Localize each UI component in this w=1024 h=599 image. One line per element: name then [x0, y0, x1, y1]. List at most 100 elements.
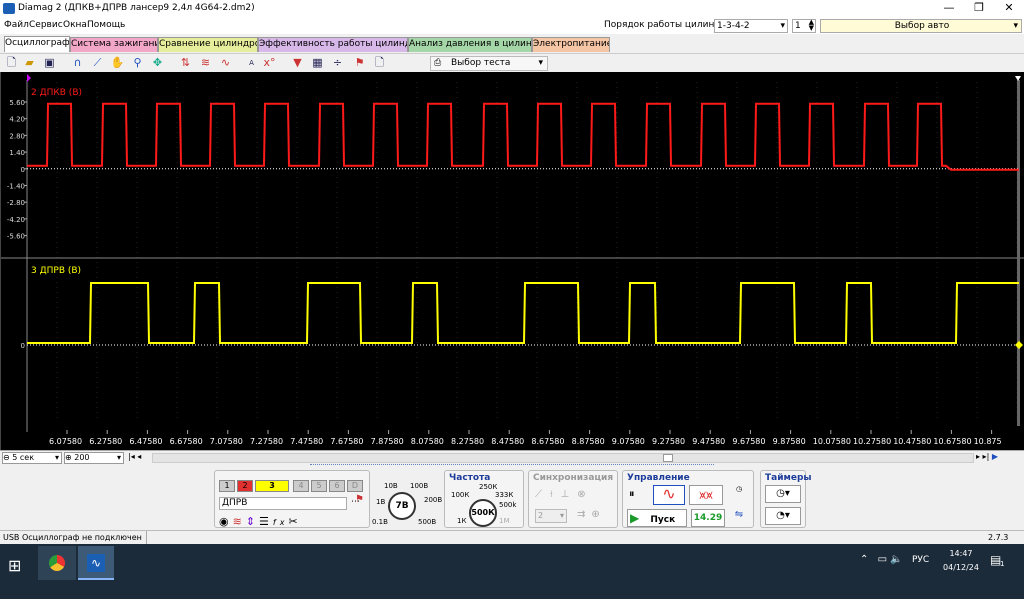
- diamag-icon: ∿: [87, 554, 105, 572]
- new-file-icon[interactable]: 🗋: [4, 56, 19, 71]
- auto-clock-icon[interactable]: ◷: [729, 485, 749, 505]
- y-tick-label: 2.80: [9, 132, 25, 140]
- channel-name-field[interactable]: ДПРВ: [219, 497, 347, 510]
- start-button[interactable]: ▶ Пуск: [627, 509, 687, 527]
- scope-canvas[interactable]: 5.60 4.20 2.80 1.40 0 -1.40 -2.80 -4.20 -5.60 0 6.…: [1, 72, 1024, 450]
- tab-cylinder-compare[interactable]: Сравнение цилиндров: [158, 37, 258, 52]
- hand-icon[interactable]: ✋: [110, 56, 125, 71]
- x-tick-label: 9.27580: [652, 437, 685, 446]
- minimize-button[interactable]: —: [934, 0, 964, 17]
- window-title: Diamag 2 (ДПКВ+ДПРВ лансер9 2,4л 4G64-2.…: [18, 3, 255, 13]
- scrollbar-track[interactable]: [152, 453, 974, 463]
- connection-status: USB Осциллограф не подключен: [3, 533, 142, 542]
- y-tick-label: 0: [21, 166, 25, 174]
- probe-icon[interactable]: ⚑: [355, 494, 364, 505]
- points-select[interactable]: ⊕ 200 ▾: [64, 452, 124, 464]
- open-folder-icon[interactable]: ▰: [22, 56, 37, 71]
- y-tick-label: -1.40: [7, 183, 25, 191]
- vehicle-select[interactable]: Выбор авто ▾: [820, 19, 1022, 33]
- chevron-up-icon[interactable]: ⌃: [860, 554, 871, 565]
- sync-edge-icons[interactable]: ⟋⟊⊥⊗: [535, 489, 594, 500]
- maximize-button[interactable]: ❐: [964, 0, 994, 17]
- cylinder-stepper[interactable]: 1 ▲ ▼: [792, 19, 816, 33]
- channel-button-5[interactable]: 5: [311, 480, 327, 492]
- volt-label-500: 500В: [418, 518, 437, 526]
- chevron-down-icon: ▾: [780, 21, 785, 31]
- frequency-dial[interactable]: 500К: [469, 499, 497, 527]
- marker-icon[interactable]: ⚑: [352, 56, 367, 71]
- save-icon[interactable]: ▣: [42, 56, 57, 71]
- channel-tools: ◉≋⇕☰fx✂: [219, 515, 302, 528]
- menu-file[interactable]: Файл: [4, 20, 29, 30]
- sync-channel-select[interactable]: 2 ▾: [535, 509, 567, 523]
- fx-icon[interactable]: fx: [273, 518, 289, 527]
- tab-bar: Осциллограф Система зажигания Сравнение …: [0, 36, 1024, 52]
- channel-button-4[interactable]: 4: [293, 480, 309, 492]
- channel-button-2[interactable]: 2: [237, 480, 253, 492]
- scroll-start-button[interactable]: |◂ ◂: [128, 452, 141, 461]
- auto-icon[interactable]: A: [244, 56, 259, 71]
- sine-mode-button[interactable]: ∿: [653, 485, 685, 505]
- y-tick-label: 0: [21, 342, 25, 350]
- grid-icon[interactable]: ▦: [310, 56, 325, 71]
- timebase-select[interactable]: ⊖ 5 сек ▾: [2, 452, 62, 464]
- updown-icon[interactable]: ⇕: [246, 515, 259, 528]
- measure-icon[interactable]: ÷: [330, 56, 345, 71]
- wave-split-icon[interactable]: ⇅: [178, 56, 193, 71]
- test-select[interactable]: ⎙ Выбор теста ▾: [430, 56, 548, 71]
- x0-icon[interactable]: x°: [262, 56, 277, 71]
- voltage-dial[interactable]: 7В: [388, 492, 416, 520]
- channel-button-1[interactable]: 1: [219, 480, 235, 492]
- tools-icon[interactable]: ✂: [288, 515, 301, 528]
- volt-label-100: 100В: [410, 482, 429, 490]
- x-tick-label: 10.47580: [893, 437, 931, 446]
- scrollbar-thumb[interactable]: [663, 454, 673, 462]
- close-button[interactable]: ✕: [994, 0, 1024, 17]
- eye-icon[interactable]: ◉: [219, 515, 233, 528]
- tab-pressure-analysis[interactable]: Анализ давления в цилиндре: [408, 37, 532, 52]
- scroll-end-button[interactable]: ▸ ▸| ▶: [976, 452, 998, 461]
- pause-icon[interactable]: ⏸: [629, 487, 649, 505]
- tab-cylinder-efficiency[interactable]: Эффективность работы цилиндров: [258, 37, 408, 52]
- firing-order-select[interactable]: 1-3-4-2 ▾: [714, 19, 788, 33]
- windows-start-icon[interactable]: ⊞: [8, 556, 28, 576]
- lines-icon[interactable]: ☰: [259, 515, 273, 528]
- menu-service[interactable]: Сервис: [29, 20, 63, 30]
- filter-icon[interactable]: ▼: [290, 56, 305, 71]
- menu-windows[interactable]: Окна: [63, 20, 87, 30]
- wave-icon[interactable]: ≋: [233, 515, 246, 528]
- tray-icons[interactable]: ⌃ ▭🔈: [860, 554, 905, 565]
- sync-arrows-icon[interactable]: ⇉⊕: [577, 509, 606, 520]
- cursor-icon[interactable]: ✥: [150, 56, 165, 71]
- zoom-icon[interactable]: ⚲: [130, 56, 145, 71]
- ramp-icon[interactable]: ⟋: [90, 56, 105, 71]
- plus-icon: ⊕: [65, 453, 72, 462]
- clock-time[interactable]: 14:47: [944, 549, 978, 558]
- menu-help[interactable]: Помощь: [87, 20, 125, 30]
- tab-oscilloscope[interactable]: Осциллограф: [4, 36, 70, 52]
- sine-icon[interactable]: ∩: [70, 56, 85, 71]
- tab-ignition[interactable]: Система зажигания: [70, 37, 158, 52]
- timer-clock-button[interactable]: ◷▾: [765, 485, 801, 503]
- auto-mode-icon[interactable]: ⇋: [729, 509, 749, 527]
- multi-wave-button[interactable]: ⩙⩙: [689, 485, 723, 505]
- battery-icon[interactable]: ▭: [878, 554, 890, 565]
- firing-order-value: 1-3-4-2: [717, 21, 750, 31]
- ab-icon[interactable]: ∿: [218, 56, 233, 71]
- diamag-taskbar-button[interactable]: ∿: [78, 546, 114, 580]
- channel-button-d[interactable]: D: [347, 480, 363, 492]
- channel-button-3[interactable]: 3: [255, 480, 289, 492]
- language-indicator[interactable]: РУС: [912, 555, 929, 565]
- clock-date[interactable]: 04/12/24: [940, 563, 982, 572]
- wave-multi-icon[interactable]: ≋: [198, 56, 213, 71]
- oscilloscope-view[interactable]: 5.60 4.20 2.80 1.40 0 -1.40 -2.80 -4.20 -5.60 0 6.…: [0, 72, 1024, 450]
- timer-stopwatch-button[interactable]: ◔▾: [765, 507, 801, 525]
- volume-icon[interactable]: 🔈: [890, 554, 905, 565]
- test-select-label: Выбор теста: [451, 58, 511, 68]
- panel-splitter[interactable]: [310, 464, 714, 468]
- tab-power[interactable]: Электропитание: [532, 37, 610, 52]
- chrome-taskbar-button[interactable]: [38, 546, 76, 580]
- cursor-marker-left: [27, 74, 31, 82]
- page-icon[interactable]: 🗋: [372, 56, 387, 71]
- channel-button-6[interactable]: 6: [329, 480, 345, 492]
